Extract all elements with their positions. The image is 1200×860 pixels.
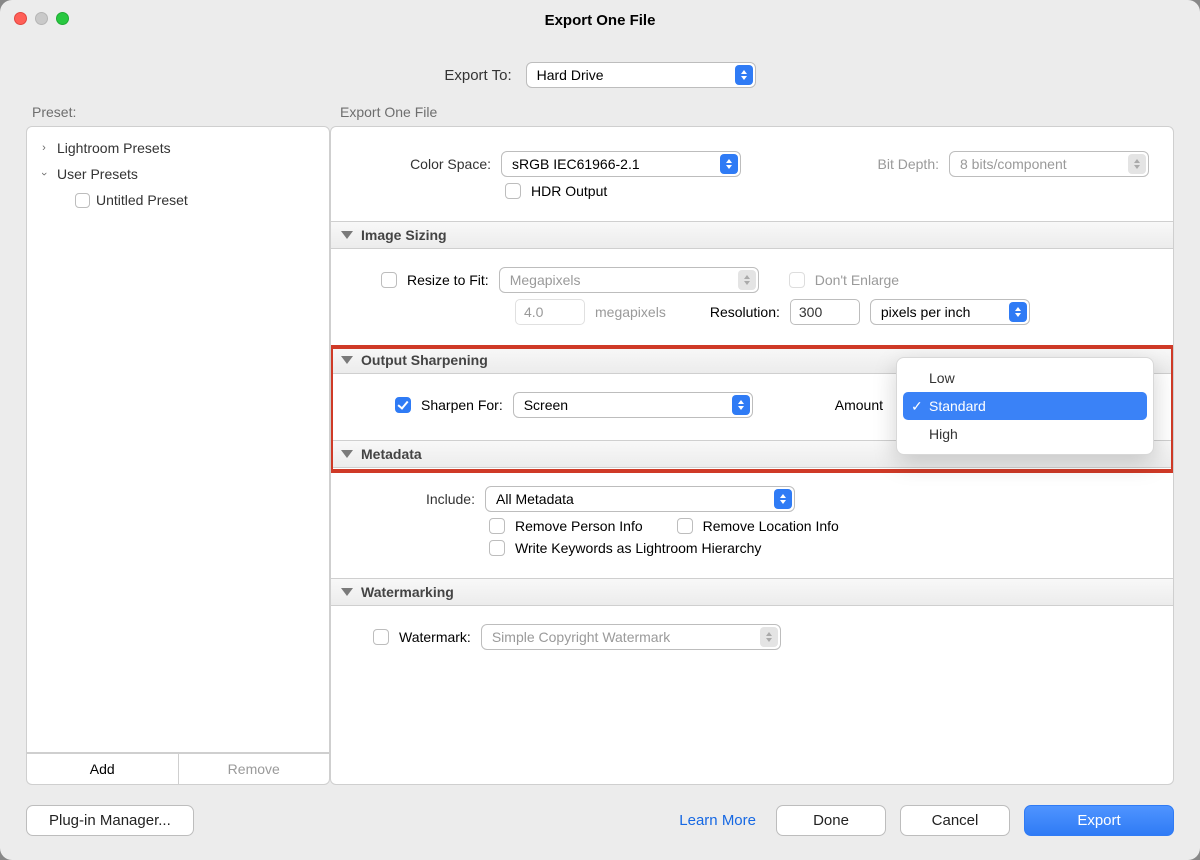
window-title: Export One File	[545, 12, 656, 29]
preset-group-lightroom[interactable]: › Lightroom Presets	[31, 135, 325, 161]
megapixels-input	[515, 299, 585, 325]
preset-group-user[interactable]: › User Presets	[31, 161, 325, 187]
stepper-icon	[735, 65, 753, 85]
remove-location-checkbox[interactable]	[677, 518, 693, 534]
triangle-down-icon	[341, 356, 353, 364]
checkbox-icon[interactable]	[75, 193, 90, 208]
chevron-right-icon: ›	[37, 142, 51, 154]
section-watermarking[interactable]: Watermarking	[331, 578, 1173, 606]
resolution-label: Resolution:	[710, 304, 780, 320]
amount-dropdown[interactable]: Low Standard High	[896, 357, 1154, 455]
triangle-down-icon	[341, 231, 353, 239]
add-preset-button[interactable]: Add	[26, 753, 178, 785]
export-to-select[interactable]: Hard Drive	[526, 62, 756, 88]
remove-person-checkbox[interactable]	[489, 518, 505, 534]
section-title: Watermarking	[361, 584, 454, 600]
amount-label: Amount	[835, 397, 883, 413]
export-button[interactable]: Export	[1024, 805, 1174, 836]
sharpen-for-value: Screen	[524, 397, 568, 413]
sharpen-label: Sharpen For:	[421, 397, 503, 413]
export-to-label: Export To:	[444, 67, 511, 84]
close-icon[interactable]	[14, 12, 27, 25]
cancel-button[interactable]: Cancel	[900, 805, 1010, 836]
amount-option-low[interactable]: Low	[903, 364, 1147, 392]
bit-depth-label: Bit Depth:	[878, 156, 939, 172]
include-label: Include:	[355, 491, 475, 507]
megapixels-unit: megapixels	[595, 304, 666, 320]
export-dialog: Export One File Export To: Hard Drive Pr…	[0, 0, 1200, 860]
bit-depth-select: 8 bits/component	[949, 151, 1149, 177]
stepper-icon	[720, 154, 738, 174]
watermark-value: Simple Copyright Watermark	[492, 629, 670, 645]
dont-enlarge-checkbox	[789, 272, 805, 288]
remove-person-label: Remove Person Info	[515, 518, 643, 534]
export-to-value: Hard Drive	[537, 67, 604, 83]
stepper-icon	[1128, 154, 1146, 174]
preset-heading: Preset:	[26, 104, 330, 126]
remove-preset-button: Remove	[178, 753, 331, 785]
stepper-icon	[760, 627, 778, 647]
resolution-unit-select[interactable]: pixels per inch	[870, 299, 1030, 325]
sharpen-checkbox[interactable]	[395, 397, 411, 413]
stepper-icon	[732, 395, 750, 415]
resize-label: Resize to Fit:	[407, 272, 489, 288]
write-hierarchy-label: Write Keywords as Lightroom Hierarchy	[515, 540, 761, 556]
amount-option-standard[interactable]: Standard	[903, 392, 1147, 420]
resolution-input[interactable]	[790, 299, 860, 325]
watermark-checkbox[interactable]	[373, 629, 389, 645]
preset-item[interactable]: Untitled Preset	[31, 187, 325, 213]
color-space-label: Color Space:	[355, 156, 491, 172]
write-hierarchy-checkbox[interactable]	[489, 540, 505, 556]
plugin-manager-button[interactable]: Plug-in Manager...	[26, 805, 194, 836]
resolution-unit-value: pixels per inch	[881, 304, 971, 320]
color-space-value: sRGB IEC61966-2.1	[512, 156, 640, 172]
bit-depth-value: 8 bits/component	[960, 156, 1067, 172]
zoom-icon[interactable]	[56, 12, 69, 25]
watermark-select: Simple Copyright Watermark	[481, 624, 781, 650]
watermark-label: Watermark:	[399, 629, 471, 645]
chevron-down-icon: ›	[38, 167, 50, 181]
preset-group-label: Lightroom Presets	[57, 140, 171, 156]
resize-method-value: Megapixels	[510, 272, 581, 288]
learn-more-link[interactable]: Learn More	[679, 812, 762, 829]
resize-checkbox[interactable]	[381, 272, 397, 288]
section-title: Metadata	[361, 446, 422, 462]
preset-group-label: User Presets	[57, 166, 138, 182]
resize-method-select: Megapixels	[499, 267, 759, 293]
section-title: Image Sizing	[361, 227, 447, 243]
done-button[interactable]: Done	[776, 805, 886, 836]
stepper-icon	[738, 270, 756, 290]
remove-location-label: Remove Location Info	[703, 518, 839, 534]
dont-enlarge-label: Don't Enlarge	[815, 272, 899, 288]
section-title: Output Sharpening	[361, 352, 488, 368]
include-value: All Metadata	[496, 491, 574, 507]
main-heading: Export One File	[330, 104, 1174, 126]
amount-option-high[interactable]: High	[903, 420, 1147, 448]
preset-item-label: Untitled Preset	[96, 192, 188, 208]
color-space-select[interactable]: sRGB IEC61966-2.1	[501, 151, 741, 177]
preset-tree[interactable]: › Lightroom Presets › User Presets Untit…	[26, 126, 330, 753]
hdr-label: HDR Output	[531, 183, 607, 199]
stepper-icon	[1009, 302, 1027, 322]
triangle-down-icon	[341, 588, 353, 596]
hdr-checkbox[interactable]	[505, 183, 521, 199]
section-image-sizing[interactable]: Image Sizing	[331, 221, 1173, 249]
include-metadata-select[interactable]: All Metadata	[485, 486, 795, 512]
stepper-icon	[774, 489, 792, 509]
minimize-icon	[35, 12, 48, 25]
settings-panel: Color Space: sRGB IEC61966-2.1 Bit Depth…	[330, 126, 1174, 785]
sharpen-for-select[interactable]: Screen	[513, 392, 753, 418]
titlebar: Export One File	[0, 0, 1200, 40]
triangle-down-icon	[341, 450, 353, 458]
